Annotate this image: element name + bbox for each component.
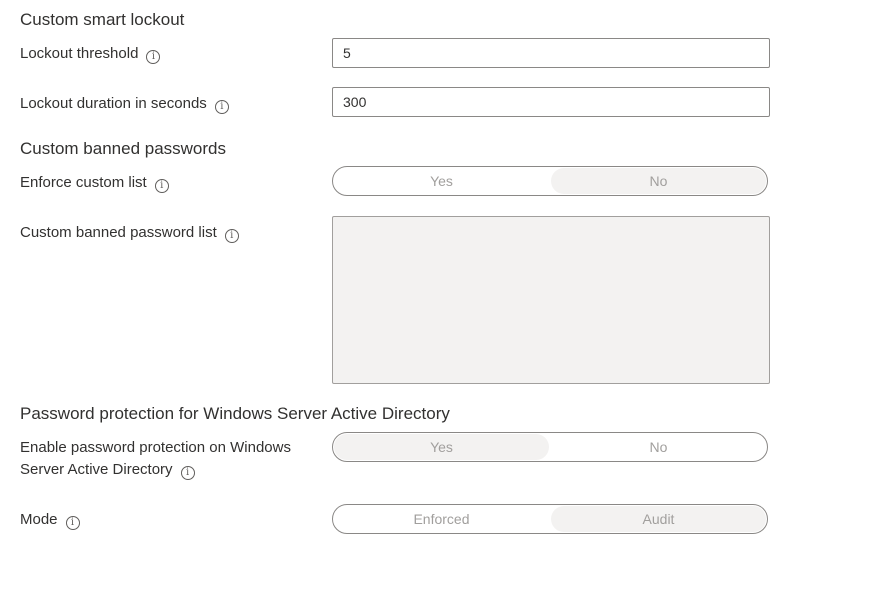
- enforce-yes-option[interactable]: Yes: [334, 168, 549, 194]
- section-title-banned-passwords: Custom banned passwords: [20, 139, 227, 158]
- info-icon[interactable]: i: [146, 50, 161, 64]
- section-title-smart-lockout: Custom smart lockout: [20, 10, 185, 29]
- mode-toggle[interactable]: Enforced Audit: [332, 504, 768, 534]
- banned-password-list-label: Custom banned password list: [20, 224, 217, 241]
- lockout-duration-label: Lockout duration in seconds: [20, 95, 207, 112]
- enable-ad-protection-toggle[interactable]: Yes No: [332, 432, 768, 462]
- mode-audit-option[interactable]: Audit: [551, 506, 766, 532]
- lockout-duration-input[interactable]: [332, 87, 770, 117]
- enable-ad-protection-label-line2: Server Active Directory: [20, 461, 173, 478]
- banned-list-row-label: Custom banned password list i: [20, 222, 239, 244]
- section-title-ad-protection: Password protection for Windows Server A…: [20, 404, 450, 423]
- info-icon[interactable]: i: [65, 516, 80, 530]
- enforce-custom-list-toggle[interactable]: Yes No: [332, 166, 768, 196]
- mode-row-label: Mode i: [20, 509, 80, 531]
- enable-ad-protection-label-line2-wrap: Server Active Directory i: [20, 459, 291, 481]
- info-icon[interactable]: i: [154, 179, 169, 193]
- enforce-custom-list-row-label: Enforce custom list i: [20, 172, 169, 194]
- info-icon[interactable]: i: [180, 466, 195, 480]
- enforce-no-option[interactable]: No: [551, 168, 766, 194]
- enable-ad-protection-label-line1: Enable password protection on Windows: [20, 439, 291, 456]
- enforce-custom-list-label: Enforce custom list: [20, 174, 147, 191]
- enable-no-option[interactable]: No: [551, 434, 766, 460]
- lockout-threshold-input[interactable]: [332, 38, 770, 68]
- enable-yes-option[interactable]: Yes: [334, 434, 549, 460]
- banned-password-list-textarea: [332, 216, 770, 384]
- lockout-duration-row-label: Lockout duration in seconds i: [20, 93, 229, 115]
- enable-ad-protection-row-label: Enable password protection on Windows Se…: [20, 437, 291, 481]
- mode-enforced-option[interactable]: Enforced: [334, 506, 549, 532]
- mode-label: Mode: [20, 511, 58, 528]
- lockout-threshold-label: Lockout threshold: [20, 45, 139, 62]
- info-icon[interactable]: i: [214, 100, 229, 114]
- lockout-threshold-row-label: Lockout threshold i: [20, 43, 161, 65]
- info-icon[interactable]: i: [224, 229, 239, 243]
